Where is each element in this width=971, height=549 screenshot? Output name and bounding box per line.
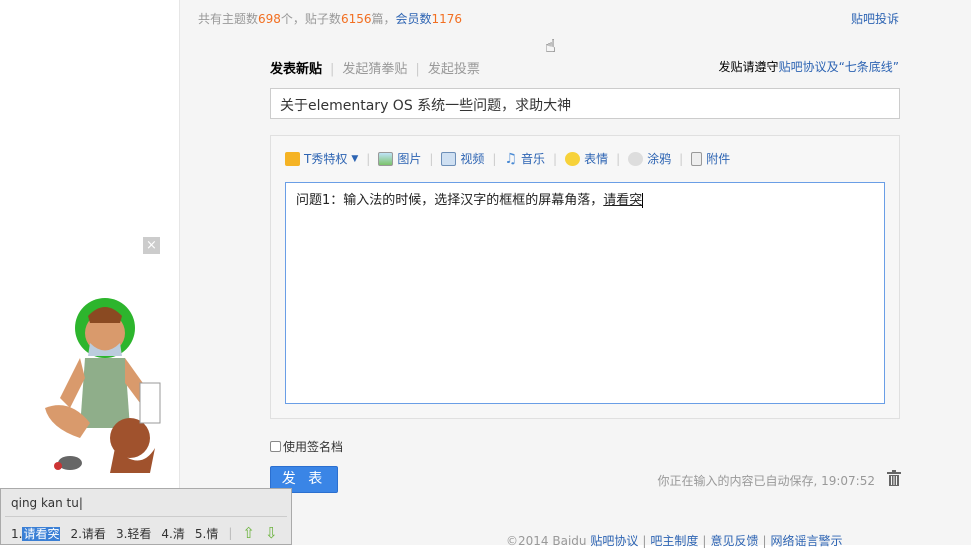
ime-candidate-window: qing kan tu| 1.请看突 2.请看 3.轻看 4.清 5.情 | ⇧… (0, 488, 292, 545)
image-icon (378, 151, 394, 166)
tab-new-post[interactable]: 发表新贴 (270, 62, 322, 77)
trash-icon[interactable] (887, 470, 901, 486)
ime-pinyin: qing kan tu (11, 496, 79, 510)
stats-label: 个，贴子数 (280, 12, 341, 26)
toolbar-image[interactable]: 图片 (378, 150, 421, 167)
member-count: 1176 (431, 12, 463, 26)
topic-count: 698 (258, 12, 281, 26)
rules-notice: 发贴请遵守贴吧协议及“七条底线” (719, 58, 899, 75)
members-link[interactable]: 会员数 (396, 12, 432, 26)
toolbar-label: 音乐 (521, 152, 546, 166)
footer: ©2014 Baidu 贴吧协议 | 吧主制度 | 意见反馈 | 网络谣言警示 (506, 534, 843, 548)
video-icon (441, 151, 457, 166)
editor-text: 问题1：输入法的时候，选择汉字的框框的屏幕角落， (296, 193, 604, 208)
page-down-arrow-icon[interactable]: ⇩ (265, 524, 278, 542)
left-column: × (0, 0, 179, 545)
ime-candidate[interactable]: 3.轻看 (116, 525, 151, 542)
text-caret (642, 193, 644, 208)
complain-link[interactable]: 贴吧投诉 (851, 10, 899, 27)
editor-container: T秀特权 ▼ | 图片 | 视频 | ♫ 音乐 | 表情 | 涂鸦 | 附件 问题1：输入法的时… (270, 135, 900, 419)
ime-candidate[interactable]: 2.请看 (70, 525, 105, 542)
signature-checkbox[interactable] (270, 441, 281, 452)
toolbar-music[interactable]: ♫ 音乐 (504, 150, 545, 167)
ime-candidate[interactable]: 1.请看突 (11, 525, 61, 542)
hand-cursor-icon: ☝ (545, 36, 556, 57)
footer-link-agreement[interactable]: 贴吧协议 (590, 534, 638, 548)
music-icon: ♫ (504, 150, 517, 167)
candidate-text: 请看突 (22, 526, 61, 541)
attachment-icon (691, 151, 703, 166)
toolbar-attachment[interactable]: 附件 (691, 150, 730, 167)
ime-candidate[interactable]: 5.情 (195, 525, 218, 542)
ime-composing-text: 请看突 (603, 193, 643, 208)
tab-guess-post[interactable]: 发起猜拳贴 (342, 62, 407, 77)
footer-link-moderator[interactable]: 吧主制度 (650, 534, 698, 548)
signature-option[interactable]: 使用签名档 (270, 438, 343, 455)
title-input[interactable]: 关于elementary OS 系统一些问题，求助大神 (270, 88, 900, 119)
toolbar-video[interactable]: 视频 (441, 150, 484, 167)
mascot-image (45, 298, 161, 473)
signature-label: 使用签名档 (283, 440, 344, 454)
toolbar-label: 表情 (584, 152, 609, 166)
toolbar-emoji[interactable]: 表情 (565, 150, 608, 167)
stats-label: 篇， (371, 12, 396, 26)
footer-link-feedback[interactable]: 意见反馈 (710, 534, 758, 548)
toolbar-doodle[interactable]: 涂鸦 (628, 150, 671, 167)
editor-toolbar: T秀特权 ▼ | 图片 | 视频 | ♫ 音乐 | 表情 | 涂鸦 | 附件 (285, 150, 730, 167)
chevron-down-icon: ▼ (351, 153, 359, 164)
post-type-tabs: 发表新贴 | 发起猜拳贴 | 发起投票 (270, 62, 480, 77)
candidate-text: 清 (172, 526, 185, 541)
forum-stats: 共有主题数698个，贴子数6156篇，会员数1176 (198, 10, 462, 27)
page-up-arrow-icon[interactable]: ⇧ (242, 524, 255, 542)
toolbar-label: 视频 (460, 152, 485, 166)
rules-link[interactable]: 贴吧协议及“七条底线” (779, 60, 899, 74)
rules-text: 发贴请遵守 (718, 60, 779, 74)
crown-icon (285, 151, 300, 166)
toolbar-label: 附件 (706, 152, 731, 166)
candidate-text: 轻看 (127, 526, 152, 541)
palette-icon (628, 151, 644, 166)
toolbar-label: T秀特权 (304, 152, 348, 166)
toolbar-label: 涂鸦 (647, 152, 672, 166)
toolbar-label: 图片 (397, 152, 422, 166)
ime-candidate[interactable]: 4.清 (161, 525, 184, 542)
main-area: 共有主题数698个，贴子数6156篇，会员数1176 贴吧投诉 ☝ 发表新贴 | 发… (179, 0, 971, 548)
tab-vote[interactable]: 发起投票 (428, 62, 480, 77)
candidate-text: 情 (206, 526, 219, 541)
footer-link-rumor[interactable]: 网络谣言警示 (771, 534, 843, 548)
candidate-text: 请看 (81, 526, 106, 541)
autosave-status: 你正在输入的内容已自动保存, 19:07:52 (657, 474, 875, 488)
stats-label: 共有主题数 (198, 12, 259, 26)
post-count: 6156 (340, 12, 372, 26)
toolbar-tshow[interactable]: T秀特权 ▼ (285, 150, 358, 167)
close-ad-button[interactable]: × (143, 237, 160, 254)
smiley-icon (565, 151, 581, 166)
post-content-editor[interactable]: 问题1：输入法的时候，选择汉字的框框的屏幕角落，请看突 (285, 182, 885, 404)
copyright: ©2014 Baidu (506, 534, 587, 548)
